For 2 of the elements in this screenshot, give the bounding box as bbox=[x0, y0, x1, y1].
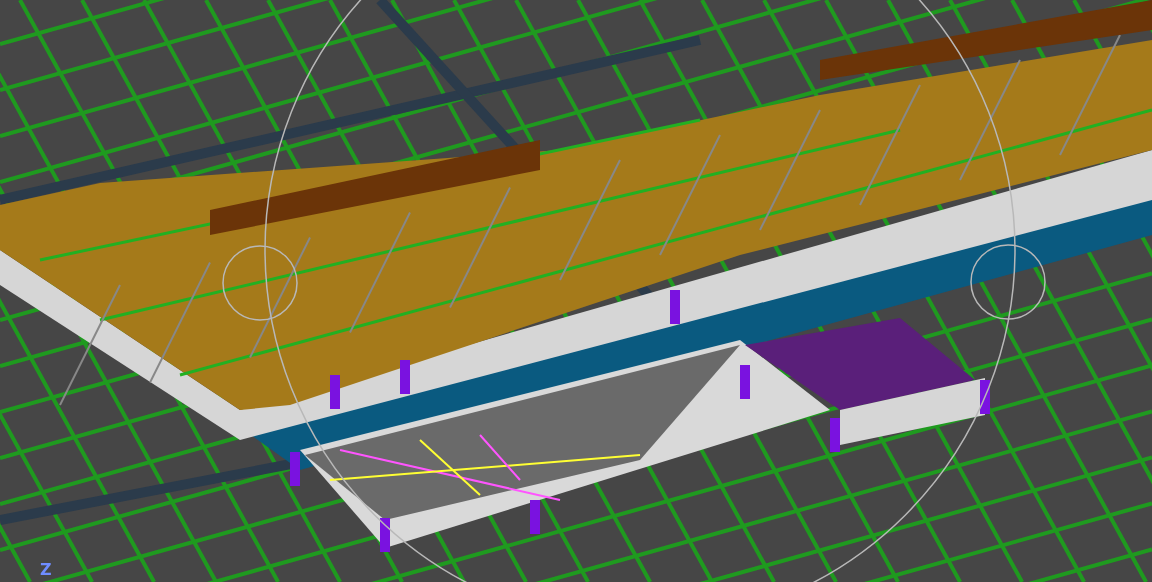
3d-viewport[interactable]: Z bbox=[0, 0, 1152, 582]
axis-label: Z bbox=[40, 562, 52, 578]
